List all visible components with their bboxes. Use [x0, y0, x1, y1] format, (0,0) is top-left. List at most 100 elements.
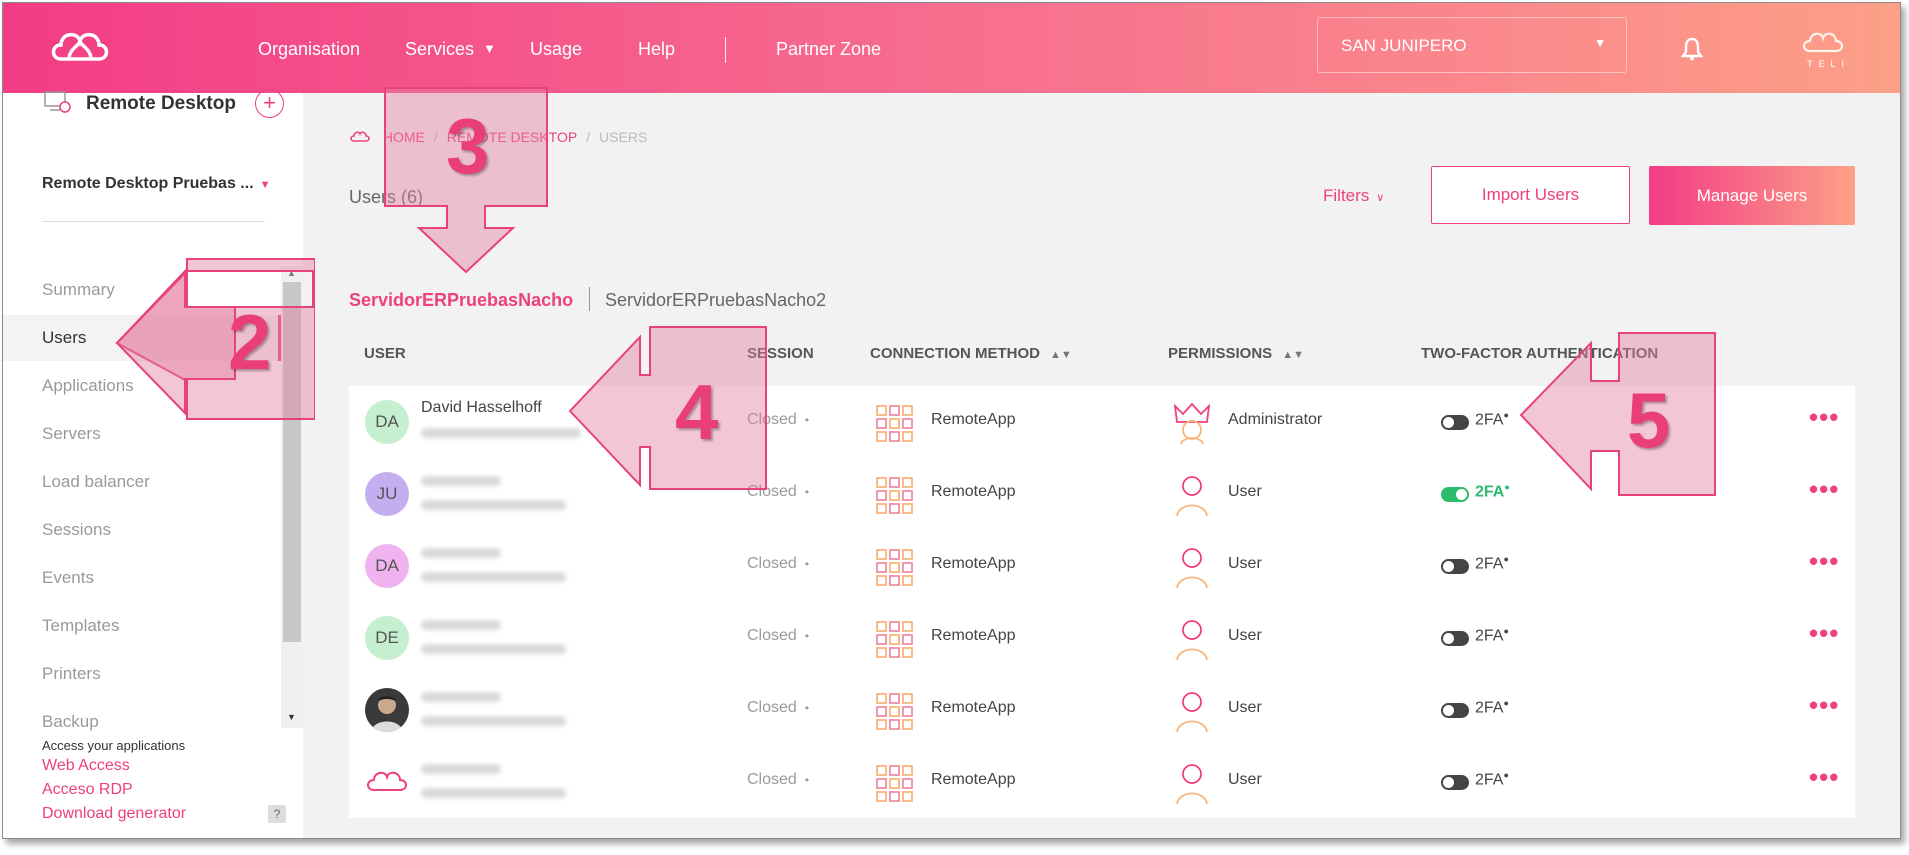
blurred-email: [421, 716, 566, 726]
add-service-button[interactable]: +: [255, 89, 284, 118]
column-header-permissions[interactable]: PERMISSIONS ▲▼: [1168, 345, 1304, 362]
two-factor-label: 2FA●: [1475, 770, 1509, 789]
blurred-name: [421, 764, 501, 774]
avatar-cloud-icon: [365, 760, 409, 804]
blurred-name: [421, 692, 501, 702]
sidebar-item-printers[interactable]: Printers: [3, 651, 281, 697]
two-factor-toggle[interactable]: [1441, 415, 1469, 430]
session-status: Closed •: [747, 771, 810, 788]
sidebar-item-label: Templates: [42, 616, 120, 635]
service-selector[interactable]: Remote Desktop Pruebas ... ▼: [42, 175, 271, 193]
blurred-name: [421, 620, 501, 630]
two-factor-toggle[interactable]: [1441, 487, 1469, 502]
connection-method: RemoteApp: [931, 411, 1016, 428]
nav-usage[interactable]: Usage: [530, 39, 582, 60]
nav-help[interactable]: Help: [638, 39, 675, 60]
row-actions-menu-icon[interactable]: •••: [1809, 762, 1839, 793]
row-actions-menu-icon[interactable]: •••: [1809, 618, 1839, 649]
organization-select[interactable]: SAN JUNIPERO ▼: [1317, 17, 1627, 73]
annotation-number-2: 2: [228, 298, 272, 386]
tab-server-2[interactable]: ServidorERPruebasNacho2: [605, 290, 826, 311]
link-download-generator[interactable]: Download generator: [42, 805, 186, 823]
cloud-logo-icon[interactable]: [47, 25, 113, 65]
link-acceso-rdp[interactable]: Acceso RDP: [42, 781, 133, 799]
home-cloud-icon[interactable]: [349, 130, 371, 143]
two-factor-toggle[interactable]: [1441, 631, 1469, 646]
connection-method: RemoteApp: [931, 771, 1016, 788]
session-status: Closed •: [747, 555, 810, 572]
sidebar-item-label: Printers: [42, 664, 101, 683]
bell-icon[interactable]: [1681, 37, 1703, 61]
breadcrumb-users: USERS: [599, 129, 648, 145]
column-label: PERMISSIONS: [1168, 345, 1273, 362]
blurred-name: [421, 476, 501, 486]
sort-icon[interactable]: ▲▼: [1050, 349, 1072, 361]
row-actions-menu-icon[interactable]: •••: [1809, 690, 1839, 721]
nav-partner-zone[interactable]: Partner Zone: [776, 39, 881, 60]
sidebar-item-events[interactable]: Events: [3, 555, 281, 601]
row-actions-menu-icon[interactable]: •••: [1809, 402, 1839, 433]
user-icon: [1176, 548, 1208, 589]
top-bar: Organisation Services ▼ Usage Help Partn…: [3, 3, 1900, 93]
sort-icon[interactable]: ▲▼: [1282, 349, 1304, 361]
permission-label: Administrator: [1228, 411, 1323, 428]
table-row[interactable]: DE Closed • RemoteApp User 2FA● •••: [349, 602, 1855, 674]
column-header-connection-method[interactable]: CONNECTION METHOD ▲▼: [870, 345, 1072, 362]
blurred-email: [421, 644, 566, 654]
service-selector-value: Remote Desktop Pruebas ...: [42, 175, 254, 192]
filters-button[interactable]: Filters ∨: [1323, 186, 1384, 206]
sidebar: Remote Desktop + Remote Desktop Pruebas …: [3, 89, 303, 838]
sidebar-title: Remote Desktop: [86, 93, 236, 114]
user-icon: [1176, 692, 1208, 733]
brand-logo-icon: [1802, 32, 1844, 53]
table-row[interactable]: Closed • RemoteApp User 2FA● •••: [349, 674, 1855, 746]
two-factor-label: 2FA●: [1475, 554, 1509, 573]
permission-label: User: [1228, 555, 1262, 572]
sidebar-item-label: Users: [42, 328, 87, 347]
tab-server-1[interactable]: ServidorERPruebasNacho: [349, 290, 573, 311]
two-factor-label: 2FA●: [1475, 698, 1509, 717]
table-row[interactable]: DA Closed • RemoteApp User 2FA● •••: [349, 530, 1855, 602]
two-factor-toggle[interactable]: [1441, 559, 1469, 574]
row-actions-menu-icon[interactable]: •••: [1809, 474, 1839, 505]
two-factor-toggle[interactable]: [1441, 703, 1469, 718]
two-factor-label: 2FA●: [1475, 482, 1510, 501]
caret-down-icon: ▼: [259, 179, 271, 191]
column-header-user: USER: [364, 345, 406, 362]
avatar: DA: [365, 544, 409, 588]
nav-organisation[interactable]: Organisation: [258, 39, 360, 60]
remote-desktop-icon: [44, 91, 71, 113]
nav-divider: [725, 37, 726, 63]
session-status: Closed •: [747, 699, 810, 716]
scroll-down-icon[interactable]: ▼: [287, 712, 296, 722]
user-name[interactable]: David Hasselhoff: [421, 399, 542, 417]
sidebar-item-label: Sessions: [42, 520, 111, 539]
session-status: Closed •: [747, 627, 810, 644]
avatar: [365, 688, 409, 732]
sidebar-divider: [42, 221, 265, 222]
remoteapp-grid-icon: [876, 621, 913, 658]
nav-services[interactable]: Services: [405, 39, 474, 60]
access-label: Access your applications: [42, 738, 186, 753]
user-icon: [1176, 620, 1208, 661]
help-icon[interactable]: ?: [268, 805, 286, 823]
two-factor-label: 2FA●: [1475, 410, 1509, 429]
services-dropdown-icon[interactable]: ▼: [483, 41, 496, 56]
row-actions-menu-icon[interactable]: •••: [1809, 546, 1839, 577]
manage-users-button[interactable]: Manage Users: [1649, 166, 1855, 225]
avatar: JU: [365, 472, 409, 516]
connection-method: RemoteApp: [931, 555, 1016, 572]
blurred-email: [421, 572, 566, 582]
two-factor-toggle[interactable]: [1441, 775, 1469, 790]
connection-method: RemoteApp: [931, 627, 1016, 644]
filters-label: Filters: [1323, 186, 1370, 205]
table-row[interactable]: Closed • RemoteApp User 2FA● •••: [349, 746, 1855, 818]
sidebar-item-templates[interactable]: Templates: [3, 603, 281, 649]
annotation-arrow-5: [1519, 332, 1716, 496]
connection-method: RemoteApp: [931, 699, 1016, 716]
sidebar-item-load-balancer[interactable]: Load balancer: [3, 459, 281, 505]
sidebar-item-sessions[interactable]: Sessions: [3, 507, 281, 553]
import-users-button[interactable]: Import Users: [1431, 166, 1630, 224]
link-web-access[interactable]: Web Access: [42, 757, 130, 775]
sidebar-item-label: Backup: [42, 712, 99, 731]
